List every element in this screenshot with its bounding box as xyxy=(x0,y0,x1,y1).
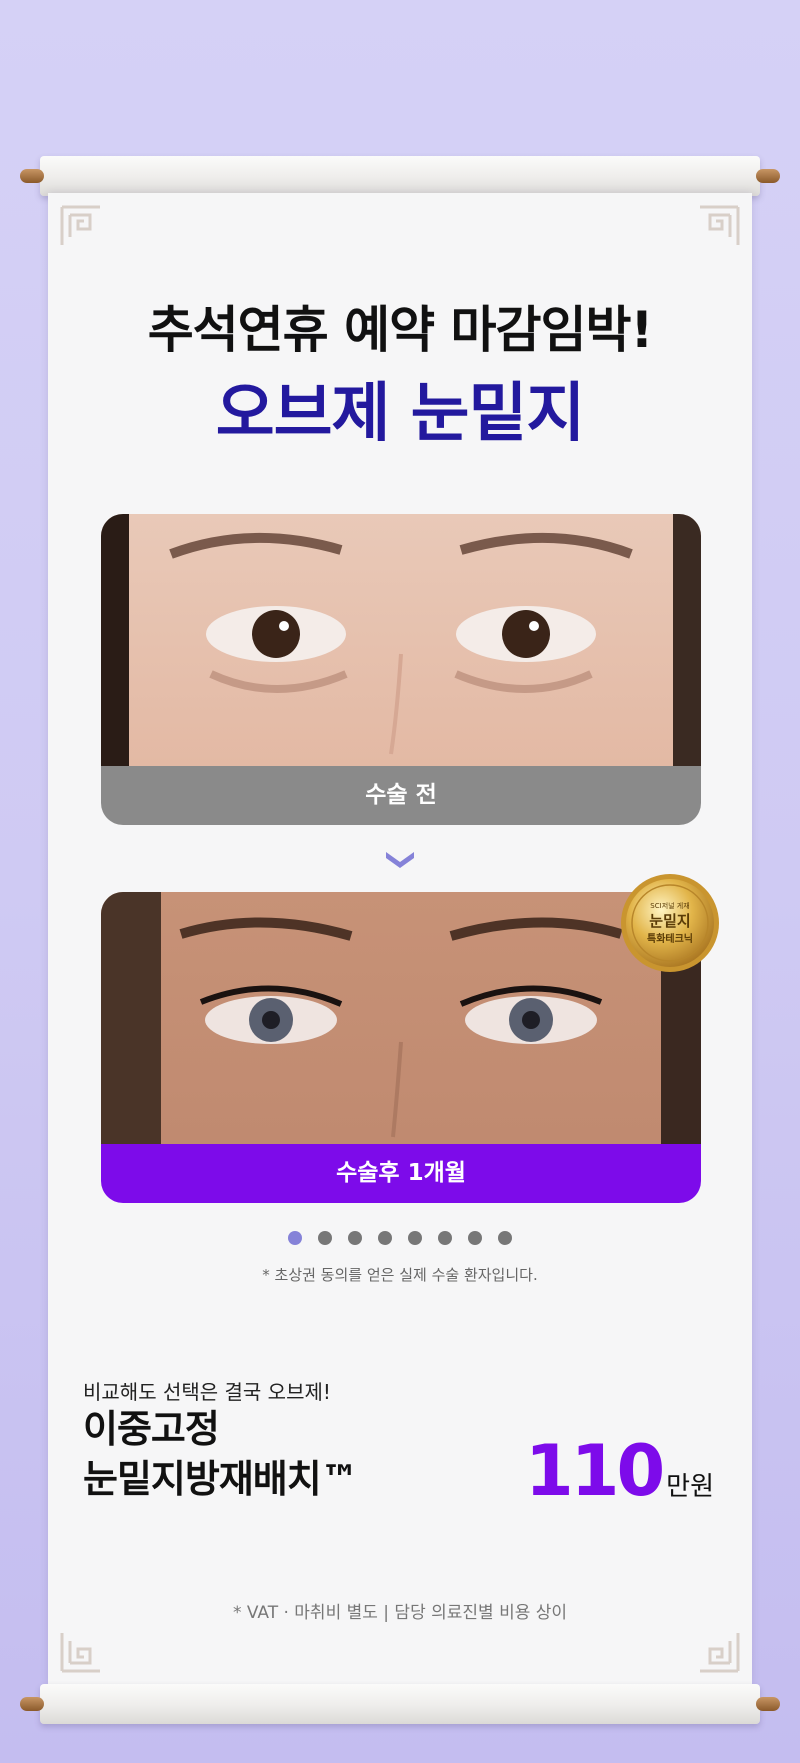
carousel-pagination xyxy=(0,1231,800,1245)
carousel-dot[interactable] xyxy=(438,1231,452,1245)
badge-main-text: 눈밑지 xyxy=(649,912,691,930)
carousel-dot[interactable] xyxy=(378,1231,392,1245)
consent-notice: * 초상권 동의를 얻은 실제 수술 환자입니다. xyxy=(262,1266,538,1284)
price: 110 만원 xyxy=(525,1430,714,1512)
carousel-dot[interactable] xyxy=(348,1231,362,1245)
promo-name: 이중고정 눈밑지방재배치™ xyxy=(83,1404,359,1504)
rod-knob-left xyxy=(20,169,44,183)
badge-small-text: SCI저널 게재 xyxy=(650,902,690,910)
scroll-rod-top xyxy=(20,156,780,196)
price-value: 110 xyxy=(525,1430,665,1512)
carousel-dot[interactable] xyxy=(288,1231,302,1245)
promo-subtitle: 비교해도 선택은 결국 오브제! xyxy=(83,1380,331,1404)
carousel-dot[interactable] xyxy=(468,1231,482,1245)
badge-sub-text: 특화테크닉 xyxy=(647,934,693,945)
after-caption: 수술후 1개월 xyxy=(101,1144,701,1203)
before-caption: 수술 전 xyxy=(101,766,701,825)
promo-name-line2: 눈밑지방재배치™ xyxy=(83,1457,359,1501)
corner-ornament-icon xyxy=(60,1631,102,1673)
corner-ornament-icon xyxy=(698,1631,740,1673)
headline-line1: 추석연휴 예약 마감임박! xyxy=(147,301,654,359)
corner-ornament-icon xyxy=(60,205,102,247)
before-eye-photo xyxy=(101,514,701,766)
corner-ornament-icon xyxy=(698,205,740,247)
after-eye-photo xyxy=(101,892,701,1144)
price-unit: 만원 xyxy=(666,1472,714,1502)
after-photo-card: 수술후 1개월 xyxy=(101,892,701,1203)
carousel-dot[interactable] xyxy=(498,1231,512,1245)
promo-name-line1: 이중고정 xyxy=(83,1407,220,1451)
carousel-dot[interactable] xyxy=(318,1231,332,1245)
sci-journal-badge: SCI저널 게재 눈밑지 특화테크닉 xyxy=(620,873,720,973)
chevron-down-icon xyxy=(384,848,416,868)
scroll-rod-bottom xyxy=(20,1684,780,1724)
carousel-dot[interactable] xyxy=(408,1231,422,1245)
footnote: * VAT · 마취비 별도 | 담당 의료진별 비용 상이 xyxy=(232,1603,568,1623)
rod-knob-right xyxy=(756,1697,780,1711)
rod-knob-left xyxy=(20,1697,44,1711)
rod-knob-right xyxy=(756,169,780,183)
before-photo-card: 수술 전 xyxy=(101,514,701,825)
headline-line2: 오브제 눈밑지 xyxy=(215,377,586,451)
